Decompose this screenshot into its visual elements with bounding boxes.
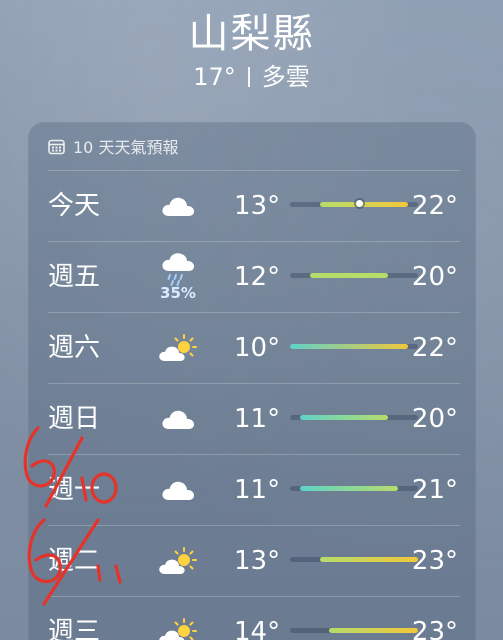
low-temperature: 11° — [234, 475, 281, 505]
low-temperature: 12° — [234, 262, 281, 292]
temperature-range-fill — [319, 557, 418, 562]
cloud-icon — [156, 171, 200, 241]
temperature-range-bar — [290, 628, 418, 633]
low-temperature: 11° — [234, 404, 281, 434]
low-temperature: 13° — [234, 191, 281, 221]
current-conditions: 17° 多雲 — [0, 62, 503, 92]
day-label: 週五 — [48, 262, 101, 292]
forecast-row[interactable]: 週五 35% 12° 20° — [48, 241, 460, 312]
forecast-row[interactable]: 週三 14° 23° — [48, 596, 460, 640]
temperature-range-bar — [290, 557, 418, 562]
forecast-row[interactable]: 週二 13° 23° — [48, 525, 460, 596]
precipitation-chance: 35% — [160, 284, 196, 302]
partly-sunny-icon — [156, 526, 200, 596]
forecast-list: 今天 13° 22° 週五 35% 12° 20° 週六 10° 22° 週日 11° 20° 週一 11°… — [28, 170, 476, 640]
temperature-range-fill — [290, 344, 409, 349]
cloud-icon — [156, 455, 200, 525]
location-header: 山梨縣 17° 多雲 — [0, 8, 503, 92]
current-condition: 多雲 — [261, 63, 310, 91]
day-label: 週三 — [48, 617, 101, 640]
temperature-range-fill — [299, 415, 389, 420]
temperature-range-bar — [290, 200, 418, 207]
temperature-range-bar — [290, 344, 418, 349]
high-temperature: 20° — [411, 262, 458, 292]
day-label: 週日 — [48, 404, 101, 434]
low-temperature: 10° — [234, 333, 281, 363]
day-label: 週六 — [48, 333, 101, 363]
day-label: 今天 — [48, 191, 101, 221]
day-label: 週一 — [48, 475, 101, 505]
cloud-rain-icon: 35% — [156, 242, 200, 312]
high-temperature: 23° — [411, 546, 458, 576]
low-temperature: 14° — [234, 617, 281, 640]
temperature-range-bar — [290, 415, 418, 420]
calendar-icon — [48, 139, 65, 154]
forecast-row[interactable]: 週日 11° 20° — [48, 383, 460, 454]
temperature-range-fill — [299, 486, 399, 491]
high-temperature: 21° — [411, 475, 458, 505]
city-name: 山梨縣 — [188, 11, 315, 57]
forecast-row[interactable]: 週六 10° 22° — [48, 312, 460, 383]
temperature-range-fill — [329, 628, 418, 633]
partly-sunny-icon — [156, 597, 200, 640]
forecast-row[interactable]: 今天 13° 22° — [48, 170, 460, 241]
day-label: 週二 — [48, 546, 101, 576]
high-temperature: 23° — [411, 617, 458, 640]
high-temperature: 22° — [411, 333, 458, 363]
current-temperature: 17° — [193, 63, 236, 91]
temperature-range-fill — [319, 202, 409, 207]
current-temperature-marker — [355, 200, 363, 207]
high-temperature: 22° — [411, 191, 458, 221]
high-temperature: 20° — [411, 404, 458, 434]
temperature-range-bar — [290, 486, 418, 491]
forecast-title: 10 天天氣預報 — [73, 138, 179, 157]
temperature-range-bar — [290, 273, 418, 278]
forecast-header: 10 天天氣預報 — [28, 122, 476, 170]
temperature-range-fill — [309, 273, 389, 278]
forecast-row[interactable]: 週一 11° 21° — [48, 454, 460, 525]
cloud-icon — [156, 384, 200, 454]
low-temperature: 13° — [234, 546, 281, 576]
partly-sunny-icon — [156, 313, 200, 383]
ten-day-forecast-card[interactable]: 10 天天氣預報 今天 13° 22° 週五 35% 12° 20° 週六 10° 22° 週日 11… — [28, 122, 476, 640]
separator — [247, 67, 250, 87]
